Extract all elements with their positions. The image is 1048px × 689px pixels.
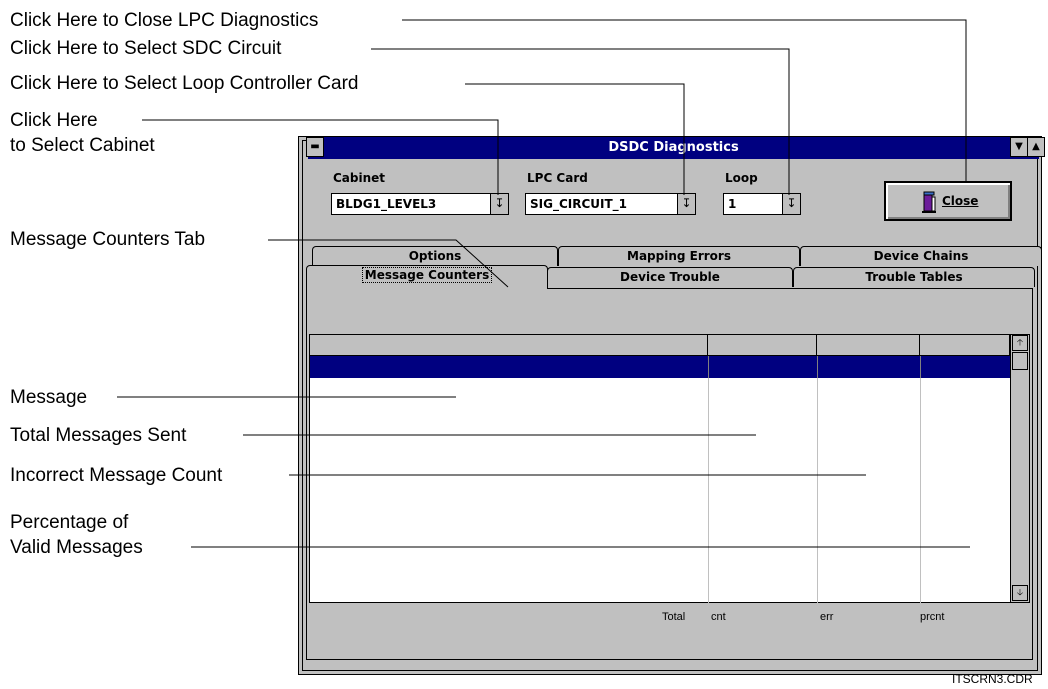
tab-device-trouble[interactable]: Device Trouble [547,267,793,287]
callout-percentage-1: Percentage of [10,512,129,533]
column-divider [920,378,921,603]
footer-err: err [820,611,834,623]
arrow-down-icon[interactable]: ↧ [490,194,508,214]
column-header-err[interactable] [817,335,920,356]
callout-percentage-2: Valid Messages [10,537,143,558]
callout-message-counters-tab: Message Counters Tab [10,229,206,250]
row-separator [920,356,921,378]
table-row[interactable] [310,356,1010,378]
callout-select-cabinet-1: Click Here [10,110,98,131]
footer-total: Total [662,611,686,623]
callout-select-cabinet-2: to Select Cabinet [10,135,155,156]
tab-trouble-tables[interactable]: Trouble Tables [793,267,1035,287]
callout-close-lpc: Click Here to Close LPC Diagnostics [10,10,319,31]
tab-message-counters[interactable]: Message Counters [306,265,548,289]
message-grid[interactable]: 🡡 🡣 [309,334,1030,603]
door-icon [922,191,936,213]
scroll-up-icon[interactable]: 🡡 [1012,335,1028,351]
minimize-button[interactable]: ▼ [1010,137,1028,157]
column-header-message[interactable] [310,335,708,356]
window-title: DSDC Diagnostics [608,140,739,155]
tab-mapping-errors[interactable]: Mapping Errors [558,246,800,266]
callout-message: Message [10,387,88,408]
system-menu-button[interactable]: ▬ [306,137,324,157]
file-name: ITSCRN3.CDR [952,672,1033,686]
loop-dropdown[interactable]: 1 ↧ [723,193,801,215]
scroll-down-icon[interactable]: 🡣 [1012,585,1028,601]
maximize-button[interactable]: ▲ [1027,137,1045,157]
cabinet-label: Cabinet [333,171,386,185]
row-separator [817,356,818,378]
callout-select-sdc-circuit: Click Here to Select SDC Circuit [10,38,282,59]
vertical-scrollbar[interactable]: 🡡 🡣 [1010,335,1029,602]
close-button[interactable]: Close [884,181,1012,221]
scroll-thumb[interactable] [1012,352,1028,370]
tab-message-counters-label: Message Counters [361,267,493,283]
row-separator [708,356,709,378]
column-header-cnt[interactable] [708,335,817,356]
cabinet-dropdown[interactable]: BLDG1_LEVEL3 ↧ [331,193,509,215]
footer-prcnt: prcnt [920,611,945,623]
column-header-prcnt[interactable] [920,335,1010,356]
lpc-card-dropdown[interactable]: SIG_CIRCUIT_1 ↧ [525,193,696,215]
tab-device-chains[interactable]: Device Chains [800,246,1042,266]
lpc-card-label: LPC Card [527,171,588,185]
column-divider [708,378,709,603]
tab-options[interactable]: Options [312,246,558,266]
cabinet-value: BLDG1_LEVEL3 [336,197,437,211]
loop-value: 1 [728,197,737,211]
arrow-down-icon[interactable]: ↧ [782,194,800,214]
callout-incorrect-count: Incorrect Message Count [10,465,223,486]
callout-select-loop-card: Click Here to Select Loop Controller Car… [10,73,359,94]
lpc-card-value: SIG_CIRCUIT_1 [530,197,628,211]
column-divider [817,378,818,603]
loop-label: Loop [725,171,758,185]
arrow-down-icon[interactable]: ↧ [677,194,695,214]
close-button-label: Close [942,194,979,208]
footer-cnt: cnt [711,611,726,623]
callout-total-messages: Total Messages Sent [10,425,187,446]
